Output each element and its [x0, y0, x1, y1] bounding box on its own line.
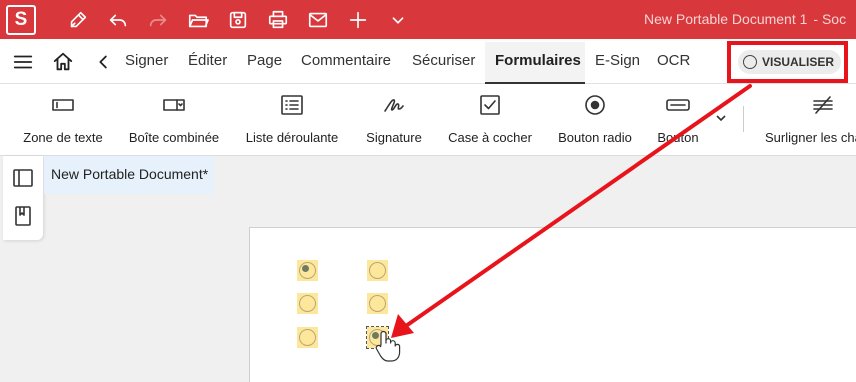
radio-field[interactable] — [367, 260, 388, 281]
radio-field-selected[interactable] — [366, 326, 389, 349]
signature-icon — [384, 99, 404, 112]
preview-highlight-box: VISUALISER — [727, 41, 848, 83]
radio-button-tool[interactable]: Bouton radio — [558, 92, 632, 145]
toggle-circle-icon — [743, 55, 757, 69]
checkbox-tool-label: Case à cocher — [448, 130, 532, 145]
hamburger-menu-icon[interactable] — [12, 51, 34, 73]
pen-icon[interactable] — [66, 8, 90, 32]
list-box-tool-label: Liste déroulante — [245, 130, 339, 145]
text-field-icon — [52, 99, 74, 111]
app-name: - Soc — [813, 11, 847, 27]
open-folder-icon[interactable] — [186, 8, 210, 32]
combo-box-icon — [163, 99, 185, 111]
side-panel — [3, 156, 43, 240]
preview-button[interactable]: VISUALISER — [738, 50, 841, 74]
chevron-left-icon[interactable] — [93, 51, 115, 73]
highlight-fields-icon — [813, 96, 833, 114]
checkbox-icon — [480, 95, 500, 115]
radio-button-icon — [585, 95, 605, 115]
button-icon — [666, 99, 690, 111]
radio-field[interactable] — [367, 293, 388, 314]
radio-field[interactable] — [297, 327, 318, 348]
combo-box-tool[interactable]: Boîte combinée — [128, 92, 220, 145]
app-window: S New Portable Document 1 - Soc Signer Éd… — [0, 0, 856, 382]
document-name: New Portable Document 1 — [644, 11, 808, 27]
undo-icon[interactable] — [106, 8, 130, 32]
tab-esign[interactable]: E-Sign — [595, 52, 640, 69]
signature-tool-label: Signature — [366, 130, 422, 145]
ribbon-separator — [743, 106, 744, 132]
save-icon[interactable] — [226, 8, 250, 32]
signature-tool[interactable]: Signature — [366, 92, 422, 145]
tab-page[interactable]: Page — [247, 52, 282, 69]
plus-icon[interactable] — [346, 8, 370, 32]
highlight-fields-tool-label: Surligner les cha — [765, 130, 856, 145]
tab-signer[interactable]: Signer — [125, 52, 168, 69]
home-icon[interactable] — [52, 51, 74, 73]
forms-ribbon: Zone de texte Boîte combinée Liste dérou… — [0, 84, 856, 156]
highlight-fields-tool[interactable]: Surligner les cha — [765, 92, 856, 145]
bookmark-icon[interactable] — [12, 205, 34, 227]
tab-securiser[interactable]: Sécuriser — [412, 52, 475, 69]
chevron-down-icon[interactable] — [386, 8, 410, 32]
text-field-tool[interactable]: Zone de texte — [23, 92, 103, 145]
tab-editer[interactable]: Éditer — [188, 52, 227, 69]
tab-ocr[interactable]: OCR — [657, 52, 690, 69]
sidebar-toggle-icon[interactable] — [12, 167, 34, 189]
list-box-icon — [281, 95, 303, 115]
button-tool-label: Bouton — [657, 130, 699, 145]
list-box-tool[interactable]: Liste déroulante — [246, 92, 338, 145]
combo-box-tool-label: Boîte combinée — [128, 130, 220, 145]
text-field-tool-label: Zone de texte — [23, 130, 103, 145]
radio-field[interactable] — [297, 260, 318, 281]
window-title: New Portable Document 1 - Soc — [644, 11, 846, 27]
menu-bar: Signer Éditer Page Commentaire Sécuriser… — [0, 39, 856, 84]
redo-icon[interactable] — [146, 8, 170, 32]
app-logo[interactable]: S — [6, 4, 36, 35]
tab-formulaires[interactable]: Formulaires — [495, 52, 581, 69]
document-page — [249, 227, 856, 382]
radio-button-tool-label: Bouton radio — [558, 130, 632, 145]
document-tab-title: New Portable Document* — [51, 166, 209, 182]
preview-button-label: VISUALISER — [762, 55, 835, 69]
checkbox-tool[interactable]: Case à cocher — [448, 92, 532, 145]
tab-commentaire[interactable]: Commentaire — [301, 52, 391, 69]
title-bar: S New Portable Document 1 - Soc — [0, 0, 856, 39]
mail-icon[interactable] — [306, 8, 330, 32]
radio-field[interactable] — [297, 293, 318, 314]
ribbon-more-chevron-icon[interactable] — [714, 111, 728, 125]
print-icon[interactable] — [266, 8, 290, 32]
document-tab[interactable]: New Portable Document* — [44, 156, 214, 194]
button-tool[interactable]: Bouton — [657, 92, 699, 145]
